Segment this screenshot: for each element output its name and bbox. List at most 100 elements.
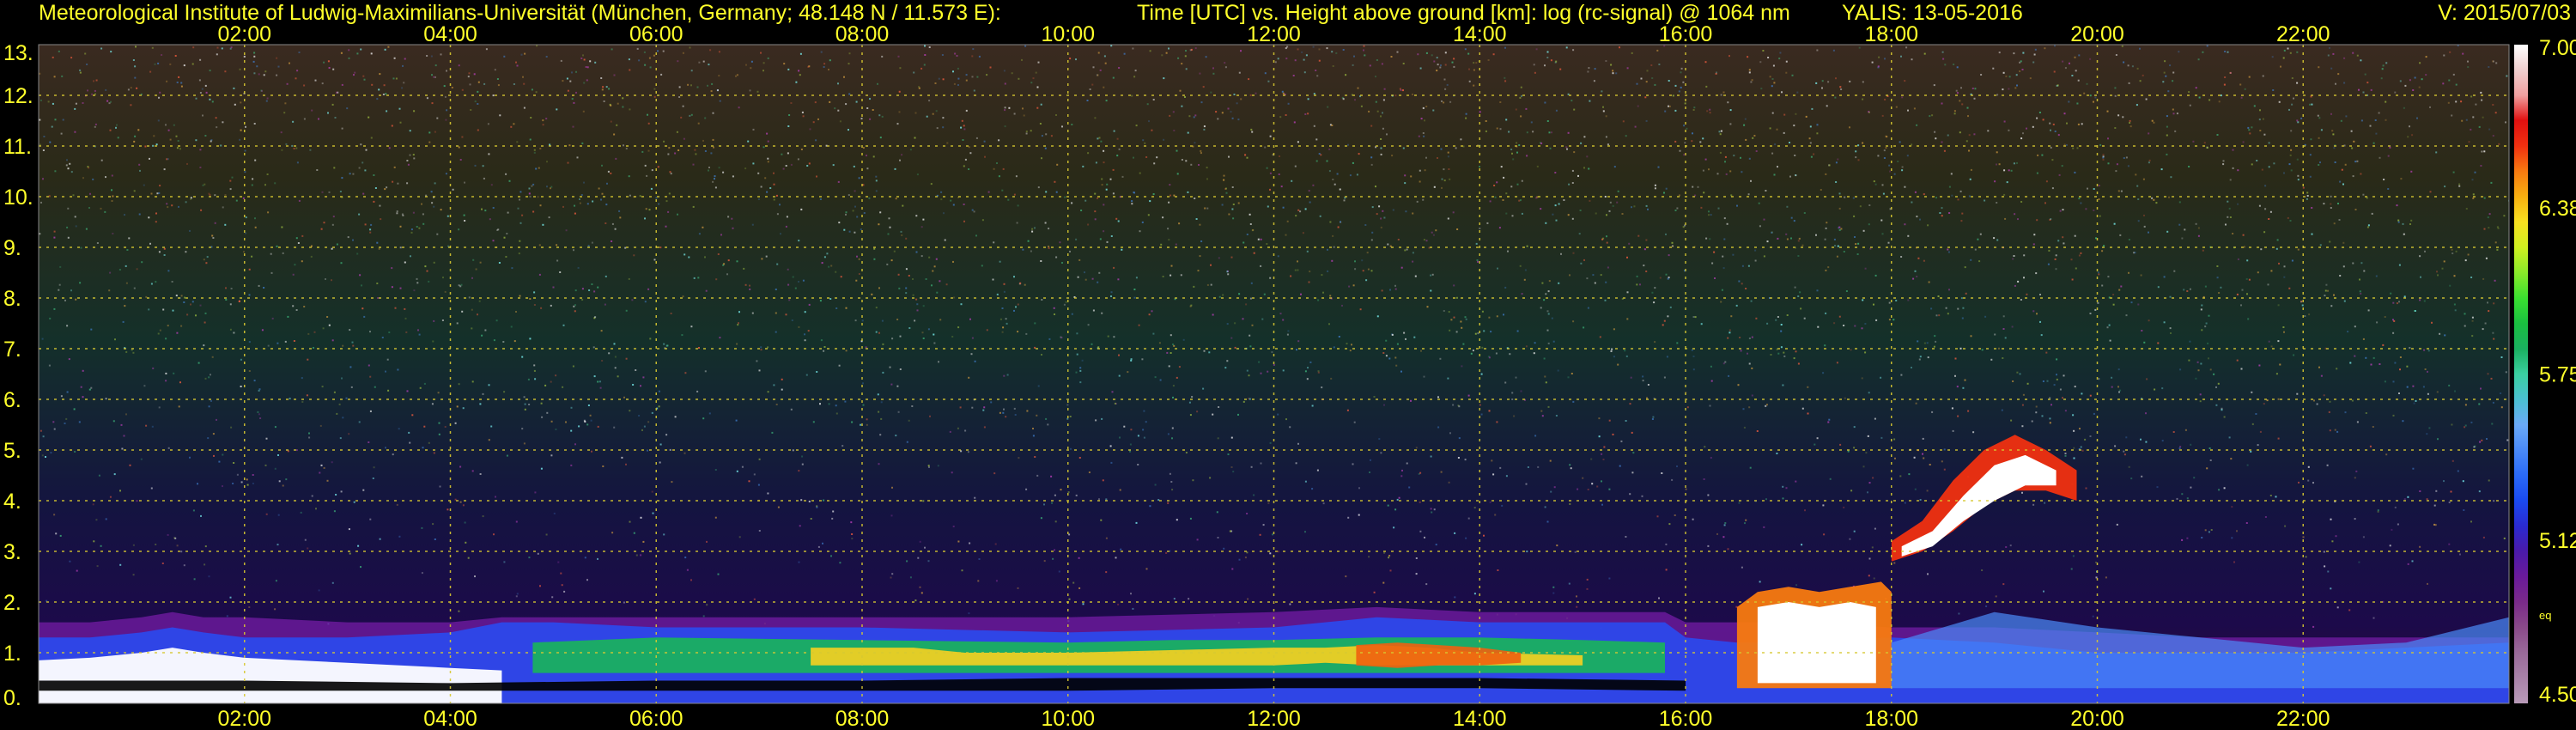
noise-speck: [1202, 86, 1205, 88]
noise-speck: [2237, 169, 2239, 172]
noise-speck: [67, 236, 70, 239]
noise-speck: [1149, 50, 1151, 52]
noise-speck: [635, 554, 638, 557]
noise-speck: [2081, 449, 2084, 452]
noise-speck: [1617, 363, 1619, 366]
noise-speck: [1006, 374, 1009, 376]
noise-speck: [323, 222, 325, 224]
noise-speck: [1602, 110, 1605, 113]
noise-speck: [537, 552, 539, 555]
noise-speck: [1342, 98, 1345, 100]
noise-speck: [915, 251, 918, 253]
noise-speck: [1548, 131, 1551, 134]
noise-speck: [2140, 274, 2142, 277]
noise-speck: [172, 309, 174, 312]
noise-speck: [528, 187, 531, 190]
noise-speck: [1382, 99, 1385, 101]
noise-speck: [2259, 109, 2261, 112]
noise-speck: [1238, 293, 1241, 295]
noise-speck: [952, 260, 954, 263]
noise-speck: [1461, 326, 1463, 329]
noise-speck: [236, 473, 239, 476]
noise-speck: [1044, 147, 1047, 149]
noise-speck: [2455, 250, 2458, 252]
noise-speck: [451, 87, 453, 88]
noise-speck: [2352, 52, 2354, 54]
noise-speck: [882, 343, 884, 345]
noise-speck: [2453, 275, 2456, 277]
noise-speck: [562, 324, 565, 326]
noise-speck: [1226, 323, 1229, 325]
noise-speck: [82, 369, 84, 372]
noise-speck: [1612, 72, 1614, 75]
noise-speck: [1257, 238, 1260, 240]
noise-speck: [1873, 180, 1875, 183]
noise-speck: [2484, 322, 2487, 325]
noise-speck: [1850, 349, 1852, 351]
noise-speck: [2236, 359, 2239, 362]
noise-speck: [2376, 321, 2379, 324]
noise-speck: [2013, 162, 2015, 165]
noise-speck: [477, 313, 478, 316]
noise-speck: [1748, 71, 1751, 74]
noise-speck: [632, 384, 635, 386]
noise-speck: [1436, 57, 1438, 59]
noise-speck: [1328, 148, 1331, 150]
noise-speck: [2366, 82, 2369, 84]
noise-speck: [625, 148, 628, 149]
noise-speck: [204, 377, 207, 380]
noise-speck: [369, 518, 372, 520]
noise-speck: [380, 218, 382, 221]
noise-speck: [686, 569, 689, 571]
noise-speck: [657, 166, 659, 168]
noise-speck: [424, 265, 427, 268]
noise-speck: [695, 153, 697, 155]
noise-speck: [1554, 172, 1557, 173]
noise-speck: [408, 431, 410, 434]
noise-speck: [767, 140, 769, 143]
noise-speck: [1694, 316, 1697, 319]
noise-speck: [1349, 350, 1352, 352]
noise-speck: [442, 277, 444, 279]
noise-speck: [2500, 356, 2503, 358]
noise-speck: [1230, 466, 1233, 468]
noise-speck: [2013, 255, 2015, 257]
noise-speck: [635, 369, 637, 371]
noise-speck: [1901, 96, 1904, 99]
noise-speck: [1410, 399, 1412, 402]
noise-speck: [2089, 58, 2092, 60]
noise-speck: [1473, 69, 1475, 71]
noise-speck: [1526, 551, 1528, 553]
noise-speck: [658, 405, 660, 408]
noise-speck: [2385, 100, 2387, 103]
noise-speck: [1098, 498, 1100, 501]
noise-speck: [542, 223, 544, 226]
noise-speck: [594, 61, 597, 64]
noise-speck: [2336, 430, 2339, 433]
noise-speck: [2197, 227, 2200, 229]
noise-speck: [1202, 387, 1205, 390]
noise-speck: [1674, 140, 1677, 143]
noise-speck: [1223, 174, 1225, 177]
noise-speck: [928, 256, 931, 259]
noise-speck: [1496, 421, 1498, 423]
noise-speck: [1342, 49, 1345, 51]
noise-speck: [1253, 252, 1255, 254]
noise-speck: [1931, 114, 1934, 117]
noise-speck: [428, 280, 430, 283]
noise-speck: [2259, 430, 2262, 433]
noise-speck: [208, 405, 210, 408]
noise-speck: [112, 195, 114, 198]
noise-speck: [1405, 338, 1406, 340]
noise-speck: [1430, 274, 1432, 277]
noise-speck: [945, 283, 948, 286]
noise-speck: [210, 374, 211, 376]
noise-speck: [618, 210, 621, 212]
noise-speck: [1004, 82, 1006, 85]
noise-speck: [912, 278, 914, 280]
noise-speck: [1868, 575, 1870, 577]
noise-speck: [145, 424, 148, 427]
noise-speck: [1654, 287, 1656, 289]
noise-speck: [114, 338, 116, 341]
noise-speck: [1133, 289, 1136, 290]
